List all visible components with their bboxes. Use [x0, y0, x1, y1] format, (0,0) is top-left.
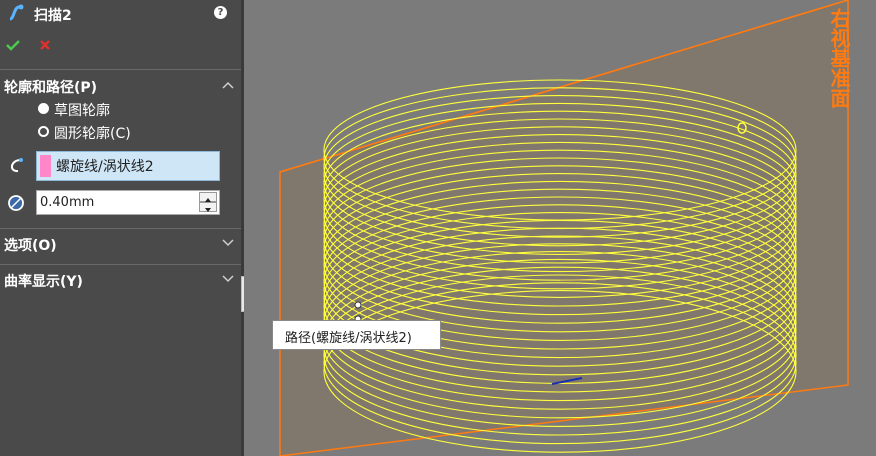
- section-profile-and-path-header[interactable]: 轮廓和路径(P): [4, 77, 238, 97]
- chevron-down-icon[interactable]: [222, 275, 234, 283]
- chevron-down-icon[interactable]: [222, 239, 234, 247]
- sweep-feature-icon: [9, 4, 24, 21]
- radio-button[interactable]: [38, 126, 49, 137]
- path-tooltip: 路径(螺旋线/涡状线2): [272, 320, 441, 350]
- selection-color-swatch: [40, 155, 51, 177]
- section-curvature-display-label: 曲率显示(Y): [4, 274, 83, 290]
- cancel-x-icon[interactable]: [38, 36, 52, 54]
- separator: [0, 69, 241, 70]
- diameter-icon: [8, 195, 24, 211]
- section-curvature-display-header[interactable]: 曲率显示(Y): [4, 271, 238, 291]
- help-icon[interactable]: ?: [214, 6, 227, 19]
- path-selection-box[interactable]: 螺旋线/涡状线2: [36, 151, 220, 181]
- path-selection-value: 螺旋线/涡状线2: [56, 159, 154, 175]
- radio-circular-profile-label: 圆形轮廓(C): [54, 126, 131, 142]
- radio-button[interactable]: [38, 103, 49, 114]
- diameter-field[interactable]: [36, 190, 220, 215]
- separator: [0, 228, 241, 229]
- property-manager-panel: 扫描2 ? 轮廓和路径(P) 草图轮廓 圆形轮廓(C) 螺旋线/涡状线2 0.4…: [0, 0, 241, 456]
- graphics-viewport[interactable]: 右视基准面: [244, 0, 876, 456]
- path-start-point[interactable]: [354, 301, 362, 309]
- chevron-up-icon[interactable]: [222, 81, 234, 89]
- plane-label: 右视基准面: [827, 7, 851, 108]
- section-options-label: 选项(O): [4, 238, 57, 254]
- tooltip-text: 路径(螺旋线/涡状线2): [285, 331, 412, 346]
- 3d-scene: 右视基准面: [279, 0, 851, 456]
- separator: [0, 264, 241, 265]
- radio-sketch-profile-label: 草图轮廓: [54, 103, 110, 119]
- arrow-down-icon: [205, 208, 211, 212]
- diameter-input[interactable]: [39, 193, 190, 212]
- spin-up-button[interactable]: [199, 192, 217, 202]
- section-options-header[interactable]: 选项(O): [4, 235, 238, 255]
- title-row: 扫描2 ?: [6, 3, 236, 24]
- path-curve-icon: [11, 158, 23, 173]
- spin-down-button[interactable]: [199, 202, 217, 212]
- feature-title: 扫描2: [34, 8, 72, 24]
- ok-check-icon[interactable]: [5, 36, 21, 54]
- section-profile-and-path-label: 轮廓和路径(P): [4, 80, 98, 96]
